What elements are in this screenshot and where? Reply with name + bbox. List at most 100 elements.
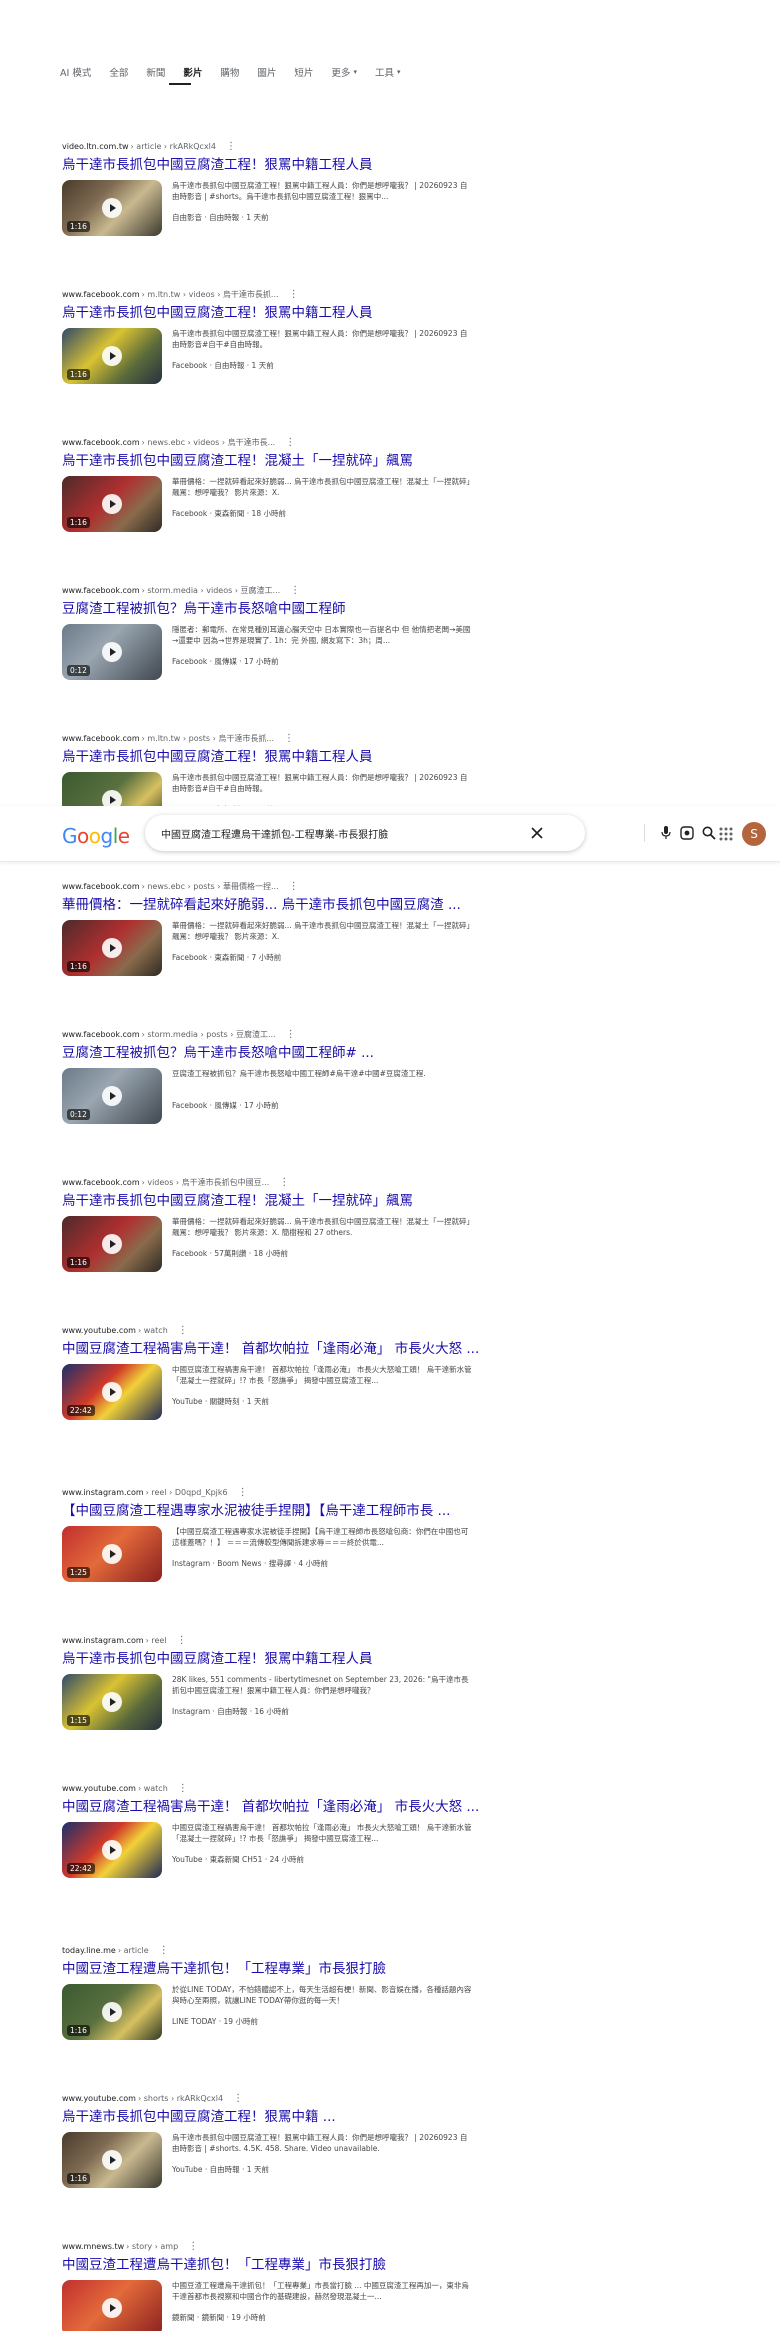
result-source[interactable]: www.facebook.com › m.ltn.tw › posts › 烏干達…	[62, 732, 562, 744]
search-query[interactable]: 中國豆腐渣工程遭烏干達抓包-工程專業-市長狠打臉	[161, 826, 388, 841]
result-title-link[interactable]: 烏干達市長抓包中國豆腐渣工程！狠罵中籍工程人員	[62, 304, 562, 322]
result-title-link[interactable]: 烏干達市長抓包中國豆腐渣工程！狠罵中籍 ...	[62, 2108, 562, 2126]
more-options-icon[interactable]: ⋮	[178, 1325, 188, 1336]
result-source[interactable]: www.instagram.com › reel ⋮	[62, 1634, 562, 1646]
google-logo[interactable]: Google	[62, 824, 130, 848]
account-avatar[interactable]: S	[742, 822, 766, 846]
video-thumbnail[interactable]: 1:16	[62, 328, 162, 384]
result-source[interactable]: www.youtube.com › shorts › rkARkQcxl4 ⋮	[62, 2092, 562, 2104]
result-source[interactable]: www.mnews.tw › story › amp ⋮	[62, 2240, 562, 2252]
result-source[interactable]: www.instagram.com › reel › D0qpd_Kpjk6 ⋮	[62, 1486, 562, 1498]
result-path: › storm.media › posts › 豆腐渣工...	[141, 1029, 276, 1039]
more-options-icon[interactable]: ⋮	[289, 289, 299, 300]
video-thumbnail[interactable]: 1:16	[62, 2132, 162, 2188]
tab-1[interactable]: 全部	[109, 65, 128, 79]
result-title-link[interactable]: 華冊價格：一捏就碎看起來好脆弱... 烏干達市長抓包中國豆腐渣 ...	[62, 896, 562, 914]
result-source[interactable]: www.youtube.com › watch ⋮	[62, 1782, 562, 1794]
more-options-icon[interactable]: ⋮	[226, 141, 236, 152]
result-title-link[interactable]: 烏干達市長抓包中國豆腐渣工程！混凝土「一捏就碎」飆罵	[62, 452, 562, 470]
result-path: › watch	[137, 1783, 168, 1793]
tab-8[interactable]: 工具 ▾	[375, 65, 401, 79]
tab-4[interactable]: 購物	[220, 65, 239, 79]
search-tabs: AI 模式 全部 新聞 影片 購物 圖片 短片 更多 ▾ 工具 ▾	[60, 62, 418, 82]
result-site: www.facebook.com	[62, 585, 140, 595]
result-source[interactable]: www.facebook.com › m.ltn.tw › videos › 烏干…	[62, 288, 562, 300]
tab-0[interactable]: AI 模式	[60, 65, 91, 79]
voice-search-icon[interactable]	[657, 824, 675, 842]
more-options-icon[interactable]: ⋮	[285, 437, 295, 448]
video-thumbnail[interactable]: 1:15	[62, 1674, 162, 1730]
more-options-icon[interactable]: ⋮	[233, 2093, 243, 2104]
result-title-link[interactable]: 烏干達市長抓包中國豆腐渣工程！混凝土「一捏就碎」飆罵	[62, 1192, 562, 1210]
result-path: › watch	[137, 1325, 168, 1335]
video-thumbnail[interactable]: 22:42	[62, 1364, 162, 1420]
tab-6[interactable]: 短片	[294, 65, 313, 79]
video-thumbnail[interactable]: 0:12	[62, 1068, 162, 1124]
result-source[interactable]: www.facebook.com › videos › 烏干達市長抓包中國豆...…	[62, 1176, 562, 1188]
result-source[interactable]: www.facebook.com › news.ebc › videos › 烏干…	[62, 436, 562, 448]
tab-7[interactable]: 更多 ▾	[331, 65, 357, 79]
more-options-icon[interactable]: ⋮	[286, 1029, 296, 1040]
result-title-link[interactable]: 中國豆渣工程遭烏干達抓包！「工程專業」市長狠打臉	[62, 1960, 562, 1978]
search-icon[interactable]	[700, 824, 718, 842]
video-duration: 1:16	[67, 369, 90, 380]
result-site: www.facebook.com	[62, 437, 140, 447]
more-options-icon[interactable]: ⋮	[290, 585, 300, 596]
result-title-link[interactable]: 豆腐渣工程被抓包？烏干達市長怒嗆中國工程師# ...	[62, 1044, 562, 1062]
more-options-icon[interactable]: ⋮	[178, 1783, 188, 1794]
result-source[interactable]: www.youtube.com › watch ⋮	[62, 1324, 562, 1336]
more-options-icon[interactable]: ⋮	[279, 1177, 289, 1188]
more-options-icon[interactable]: ⋮	[238, 1487, 248, 1498]
video-duration: 0:12	[67, 1109, 90, 1120]
search-box[interactable]: 中國豆腐渣工程遭烏干達抓包-工程專業-市長狠打臉	[145, 815, 716, 851]
tab-5[interactable]: 圖片	[257, 65, 276, 79]
video-thumbnail[interactable]: 1:16	[62, 1216, 162, 1272]
result-path: › reel	[145, 1635, 167, 1645]
result-site: www.facebook.com	[62, 881, 140, 891]
result-meta: Instagram · 自由時報 · 16 小時前	[172, 1707, 289, 1716]
result-title-link[interactable]: 豆腐渣工程被抓包？烏干達市長怒嗆中國工程師	[62, 600, 562, 618]
video-thumbnail[interactable]: 0:12	[62, 624, 162, 680]
more-options-icon[interactable]: ⋮	[284, 733, 294, 744]
result-meta: Facebook · 風傳媒 · 17 小時前	[172, 1101, 279, 1110]
result-snippet: 烏干達市長抓包中國豆腐渣工程！狠罵中籍工程人員：你們是想呼嚨我？ | 20260…	[172, 773, 468, 793]
result-title-link[interactable]: 中國豆渣工程遭烏干達抓包！「工程專業」市長狠打臉	[62, 2256, 562, 2274]
result-path: › article › rkARkQcxl4	[130, 141, 216, 151]
result-title-link[interactable]: 烏干達市長抓包中國豆腐渣工程！狠罵中籍工程人員	[62, 1650, 562, 1668]
play-icon	[102, 1840, 122, 1860]
video-thumbnail[interactable]: 1:25	[62, 1526, 162, 1582]
play-icon	[102, 2150, 122, 2170]
result-snippet: 中國豆渣工程遭烏干達抓包！「工程專業」市長當打臉 ... 中國豆腐渣工程再加一，…	[172, 2281, 469, 2301]
more-options-icon[interactable]: ⋮	[188, 2241, 198, 2252]
result-snippet: 28K likes, 551 comments - libertytimesne…	[172, 1675, 469, 1695]
clear-icon[interactable]	[528, 824, 546, 842]
video-thumbnail[interactable]: 1:16	[62, 1984, 162, 2040]
result-meta: Instagram · Boom News · 搜尋譯 · 4 小時前	[172, 1559, 329, 1568]
result-title-link[interactable]: 烏干達市長抓包中國豆腐渣工程！狠罵中籍工程人員	[62, 156, 562, 174]
more-options-icon[interactable]: ⋮	[289, 881, 299, 892]
result-snippet: 華冊價格：一捏就碎看起來好脆弱... 烏干達市長抓包中國豆腐渣工程！混凝土「一捏…	[172, 477, 471, 497]
tab-2[interactable]: 新聞	[146, 65, 165, 79]
more-options-icon[interactable]: ⋮	[177, 1635, 187, 1646]
play-icon	[102, 2002, 122, 2022]
result-source[interactable]: www.facebook.com › news.ebc › posts › 華冊價…	[62, 880, 562, 892]
apps-grid-icon[interactable]	[718, 826, 734, 842]
more-options-icon[interactable]: ⋮	[159, 1945, 169, 1956]
result-source[interactable]: www.facebook.com › storm.media › posts › …	[62, 1028, 562, 1040]
result-source[interactable]: www.facebook.com › storm.media › videos ›…	[62, 584, 562, 596]
result-source[interactable]: video.ltn.com.tw › article › rkARkQcxl4 ⋮	[62, 140, 562, 152]
video-thumbnail[interactable]: 22:42	[62, 1822, 162, 1878]
result-title-link[interactable]: 【中國豆腐渣工程遇專家水泥被徒手捏開】【烏干達工程師市長 ...	[62, 1502, 562, 1520]
play-icon	[102, 1086, 122, 1106]
lens-search-icon[interactable]	[678, 824, 696, 842]
video-thumbnail[interactable]	[62, 2280, 162, 2331]
tab-3[interactable]: 影片	[183, 65, 202, 79]
result-title-link[interactable]: 烏干達市長抓包中國豆腐渣工程！狠罵中籍工程人員	[62, 748, 562, 766]
video-thumbnail[interactable]: 1:16	[62, 476, 162, 532]
result-source[interactable]: today.line.me › article ⋮	[62, 1944, 562, 1956]
result-site: www.instagram.com	[62, 1487, 144, 1497]
video-thumbnail[interactable]: 1:16	[62, 920, 162, 976]
result-title-link[interactable]: 中國豆腐渣工程禍害烏干達！ 首都坎帕拉「逢雨必淹」 市長火大怒 ...	[62, 1340, 562, 1358]
video-thumbnail[interactable]: 1:16	[62, 180, 162, 236]
result-title-link[interactable]: 中國豆腐渣工程禍害烏干達！ 首都坎帕拉「逢雨必淹」 市長火大怒 ...	[62, 1798, 562, 1816]
